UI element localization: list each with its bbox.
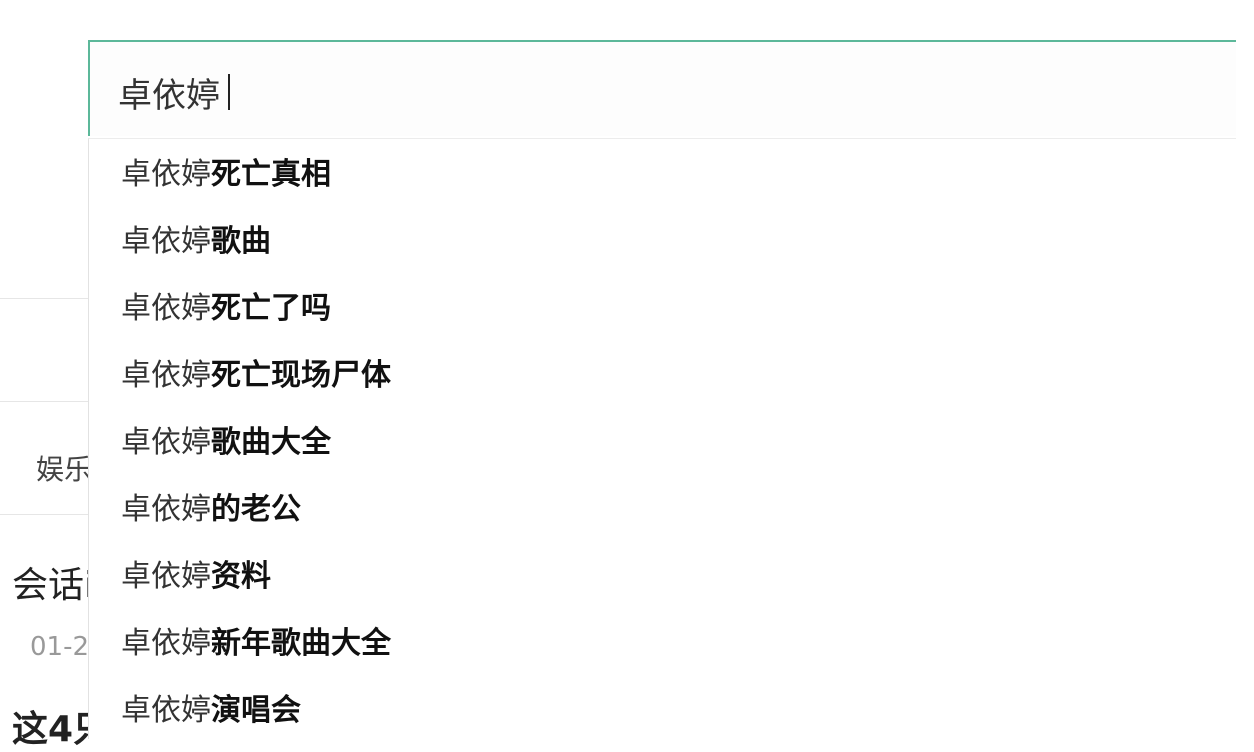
suggestion-item[interactable]: 卓依婷演唱会 bbox=[121, 687, 301, 735]
suggestion-suffix: 演唱会 bbox=[211, 693, 301, 728]
suggestion-item[interactable]: 卓依婷死亡了吗 bbox=[121, 285, 331, 333]
suggestion-suffix: 新年歌曲大全 bbox=[211, 626, 391, 661]
suggestion-prefix: 卓依婷 bbox=[121, 425, 211, 460]
search-box[interactable] bbox=[88, 40, 1236, 136]
suggestion-item[interactable]: 卓依婷死亡现场尸体 bbox=[121, 352, 391, 400]
suggestion-suffix: 死亡现场尸体 bbox=[211, 358, 391, 393]
suggestion-suffix: 死亡真相 bbox=[211, 157, 331, 192]
suggestion-item[interactable]: 卓依婷死亡真相 bbox=[121, 151, 331, 199]
category-tab[interactable]: 娱乐 bbox=[36, 448, 88, 488]
suggestion-suffix: 的老公 bbox=[211, 492, 301, 527]
suggestion-item[interactable]: 卓依婷的老公 bbox=[121, 486, 301, 534]
suggestion-suffix: 歌曲大全 bbox=[211, 425, 331, 460]
suggestion-item[interactable]: 卓依婷资料 bbox=[121, 553, 271, 601]
suggestion-prefix: 卓依婷 bbox=[121, 492, 211, 527]
suggestion-prefix: 卓依婷 bbox=[121, 358, 211, 393]
suggestion-item[interactable]: 卓依婷新年歌曲大全 bbox=[121, 620, 391, 668]
suggestion-prefix: 卓依婷 bbox=[121, 626, 211, 661]
suggestion-prefix: 卓依婷 bbox=[121, 224, 211, 259]
suggestion-dropdown: 卓依婷死亡真相 卓依婷歌曲 卓依婷死亡了吗 卓依婷死亡现场尸体 卓依婷歌曲大全 … bbox=[88, 138, 1236, 739]
suggestion-prefix: 卓依婷 bbox=[121, 559, 211, 594]
suggestion-prefix: 卓依婷 bbox=[121, 157, 211, 192]
divider bbox=[0, 514, 92, 515]
divider bbox=[0, 298, 92, 299]
search-input[interactable] bbox=[118, 70, 1198, 114]
divider bbox=[0, 401, 92, 402]
text-caret bbox=[228, 74, 230, 110]
suggestion-suffix: 资料 bbox=[211, 559, 271, 594]
news-date: 01-2 bbox=[30, 632, 88, 662]
suggestion-item[interactable]: 卓依婷歌曲大全 bbox=[121, 419, 331, 467]
suggestion-item[interactable]: 卓依婷歌曲 bbox=[121, 218, 271, 266]
suggestion-prefix: 卓依婷 bbox=[121, 291, 211, 326]
suggestion-suffix: 歌曲 bbox=[211, 224, 271, 259]
news-headline[interactable]: 会话i bbox=[12, 556, 88, 608]
suggestion-suffix: 死亡了吗 bbox=[211, 291, 331, 326]
suggestion-prefix: 卓依婷 bbox=[121, 693, 211, 728]
news-headline[interactable]: 这4只 bbox=[12, 700, 88, 752]
